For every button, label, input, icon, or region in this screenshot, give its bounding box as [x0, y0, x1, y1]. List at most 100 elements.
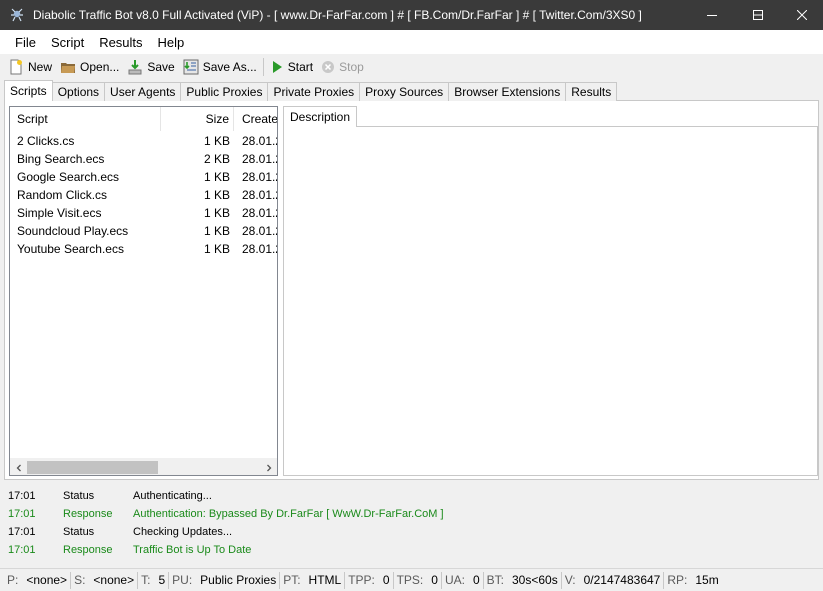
status-segment: PU: Public Proxies	[169, 571, 281, 589]
script-created: 28.01.2	[242, 170, 277, 184]
status-key: T:	[141, 573, 151, 587]
save-label: Save	[147, 60, 175, 74]
menu-help[interactable]: Help	[151, 35, 192, 50]
tab-description[interactable]: Description	[283, 106, 358, 127]
status-key: RP:	[667, 573, 688, 587]
log-entry[interactable]: 17:01 Response Traffic Bot is Up To Date	[0, 541, 823, 559]
script-created: 28.01.2	[242, 152, 277, 166]
chevron-left-icon	[16, 464, 21, 471]
horizontal-scrollbar[interactable]	[10, 458, 277, 475]
tab-scripts[interactable]: Scripts	[4, 80, 53, 101]
save-icon	[128, 60, 142, 75]
status-value: 30s<60s	[511, 573, 558, 587]
tab-options[interactable]: Options	[51, 82, 106, 101]
tab-proxy-sources[interactable]: Proxy Sources	[359, 82, 450, 101]
log-time: 17:01	[8, 544, 36, 556]
log-entry[interactable]: 17:01 Status Checking Updates...	[0, 523, 823, 541]
status-value: 0/2147483647	[583, 573, 661, 587]
list-item[interactable]: Bing Search.ecs 2 KB 28.01.2	[10, 150, 277, 168]
status-segment: UA: 0	[442, 571, 484, 589]
menu-file[interactable]: File	[8, 35, 43, 50]
status-key: P:	[7, 573, 19, 587]
log-time: 17:01	[8, 508, 36, 520]
window-title: Diabolic Traffic Bot v8.0 Full Activated…	[33, 8, 642, 22]
status-segment: V: 0/2147483647	[562, 571, 665, 589]
status-value: 5	[158, 573, 166, 587]
status-segment: PT: HTML	[280, 571, 346, 589]
list-item[interactable]: Soundcloud Play.ecs 1 KB 28.01.2	[10, 222, 277, 240]
tab-private-proxies[interactable]: Private Proxies	[267, 82, 361, 101]
activity-log[interactable]: 17:01 Status Authenticating... 17:01 Respons…	[0, 484, 823, 566]
script-size: 1 KB	[203, 206, 230, 220]
scroll-thumb[interactable]	[27, 461, 158, 474]
log-time: 17:01	[8, 526, 36, 538]
script-size: 1 KB	[203, 224, 230, 238]
stop-icon	[322, 61, 335, 73]
status-segment: BT: 30s<60s	[484, 571, 562, 589]
status-value: 0	[472, 573, 480, 587]
list-item[interactable]: Simple Visit.ecs 1 KB 28.01.2	[10, 204, 277, 222]
scroll-right-button[interactable]	[260, 459, 277, 475]
script-name: Google Search.ecs	[17, 170, 120, 184]
status-value: 0	[431, 573, 438, 587]
log-message: Authenticating...	[133, 490, 212, 502]
status-key: TPS:	[396, 573, 424, 587]
minimize-icon	[707, 15, 717, 16]
close-button[interactable]	[781, 0, 823, 30]
scripts-list[interactable]: Script Size Created 2 Clicks.cs 1 KB 28.01…	[9, 106, 278, 476]
log-entry[interactable]: 17:01 Status Authenticating...	[0, 487, 823, 505]
close-icon	[797, 10, 807, 20]
maximize-icon	[753, 10, 763, 20]
list-item[interactable]: Youtube Search.ecs 1 KB 28.01.2	[10, 240, 277, 258]
status-key: TPP:	[348, 573, 375, 587]
toolbar: New Open... Save Save As... Start Stop	[0, 54, 823, 80]
list-item[interactable]: 2 Clicks.cs 1 KB 28.01.2	[10, 132, 277, 150]
script-created: 28.01.2	[242, 224, 277, 238]
status-value: <none>	[26, 573, 68, 587]
new-button[interactable]: New	[4, 56, 56, 78]
list-item[interactable]: Random Click.cs 1 KB 28.01.2	[10, 186, 277, 204]
log-message: Traffic Bot is Up To Date	[133, 544, 252, 556]
description-panel: Description	[283, 106, 818, 476]
open-button[interactable]: Open...	[56, 56, 123, 78]
tab-results[interactable]: Results	[565, 82, 618, 101]
script-name: Soundcloud Play.ecs	[17, 224, 129, 238]
status-key: PT:	[283, 573, 301, 587]
script-name: Bing Search.ecs	[17, 152, 105, 166]
menu-results[interactable]: Results	[92, 35, 149, 50]
stop-button[interactable]: Stop	[317, 56, 368, 78]
status-key: UA:	[444, 573, 465, 587]
chevron-right-icon	[266, 464, 271, 471]
tab-user-agents[interactable]: User Agents	[104, 82, 182, 101]
script-size: 1 KB	[203, 170, 230, 184]
new-label: New	[28, 60, 53, 74]
menu-script[interactable]: Script	[44, 35, 91, 50]
scroll-left-button[interactable]	[10, 459, 27, 475]
column-script[interactable]: Script	[10, 107, 161, 131]
save-as-button[interactable]: Save As...	[179, 56, 261, 78]
status-segment: P: <none>	[4, 571, 72, 589]
tab-public-proxies[interactable]: Public Proxies	[180, 82, 269, 101]
status-segment: T: 5	[138, 571, 170, 589]
log-time: 17:01	[8, 490, 36, 502]
list-header: Script Size Created	[10, 107, 277, 131]
column-created[interactable]: Created	[235, 107, 277, 131]
status-segment: S: <none>	[71, 571, 139, 589]
log-entry[interactable]: 17:01 Response Authentication: Bypassed By…	[0, 505, 823, 523]
tab-browser-extensions[interactable]: Browser Extensions	[448, 82, 567, 101]
list-item[interactable]: Google Search.ecs 1 KB 28.01.2	[10, 168, 277, 186]
status-bar: P: <none> S: <none> T: 5 PU: Public Proxies PT: H…	[0, 568, 823, 591]
status-key: PU:	[172, 573, 193, 587]
new-file-icon	[10, 59, 22, 75]
maximize-button[interactable]	[735, 0, 781, 30]
status-segment: TPP: 0	[345, 571, 394, 589]
start-button[interactable]: Start	[266, 56, 317, 78]
script-name: Random Click.cs	[17, 188, 108, 202]
script-created: 28.01.2	[242, 206, 277, 220]
column-size[interactable]: Size	[161, 107, 234, 131]
script-size: 1 KB	[203, 188, 230, 202]
minimize-button-area[interactable]	[689, 0, 735, 30]
save-button[interactable]: Save	[123, 56, 178, 78]
log-type: Status	[63, 526, 95, 538]
status-value: 0	[382, 573, 390, 587]
